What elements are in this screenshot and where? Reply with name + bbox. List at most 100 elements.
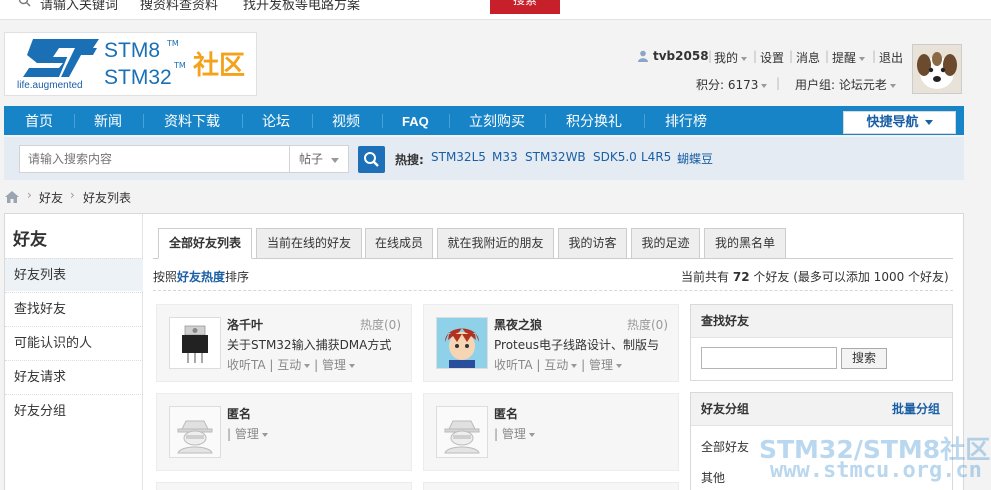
chevron-down-icon (331, 158, 339, 163)
manage-menu[interactable]: 管理 (235, 427, 268, 441)
breadcrumb-friend-list[interactable]: 好友列表 (83, 189, 131, 206)
tab-my-visitors[interactable]: 我的访客 (558, 228, 627, 259)
friend-name[interactable]: 匿名 (494, 405, 518, 422)
settings-link[interactable]: 设置 (760, 49, 784, 66)
interact-menu[interactable]: 互动 (544, 358, 578, 372)
friend-actions: | 管理 (227, 425, 268, 442)
breadcrumb-separator: › (27, 188, 32, 202)
sidebar-item-find-friends[interactable]: 查找好友 (5, 292, 143, 325)
tab-my-blacklist[interactable]: 我的黑名单 (704, 228, 786, 259)
friend-name[interactable]: 匿名 (227, 405, 251, 422)
follow-link[interactable]: 收听TA (227, 358, 266, 372)
hot-term[interactable]: 蝴蝶豆 (677, 150, 713, 167)
nav-home[interactable]: 首页 (25, 111, 53, 131)
search-type-select[interactable]: 帖子 (289, 145, 349, 173)
count-prefix: 当前共有 (681, 270, 730, 284)
group-item-all[interactable]: 全部好友 (701, 438, 749, 455)
sidebar-title: 好友 (13, 230, 47, 250)
tab-all-friends[interactable]: 全部好友列表 (158, 228, 252, 259)
search-button[interactable] (358, 146, 385, 173)
hot-term[interactable]: L4R5 (641, 150, 671, 164)
nav-divider (143, 114, 144, 128)
user-icon (637, 50, 649, 65)
nav-divider (312, 114, 313, 128)
interact-menu[interactable]: 互动 (277, 358, 311, 372)
nav-divider (644, 114, 645, 128)
my-menu[interactable]: 我的 (714, 49, 748, 66)
nav-news[interactable]: 新闻 (94, 111, 122, 131)
friend-name[interactable]: 黑夜之狼 (494, 316, 542, 333)
friend-avatar[interactable] (169, 317, 221, 369)
nav-faq[interactable]: FAQ (402, 114, 429, 129)
chevron-down-icon (859, 56, 866, 61)
manage-menu[interactable]: 管理 (589, 358, 622, 372)
nav-downloads[interactable]: 资料下载 (164, 111, 220, 131)
manage-label: 管理 (321, 358, 346, 372)
nav-buy[interactable]: 立刻购买 (469, 111, 525, 131)
group-item-other[interactable]: 其他 (701, 469, 725, 486)
batch-group-link[interactable]: 批量分组 (892, 393, 940, 426)
search-input[interactable] (19, 145, 289, 173)
sort-key-link[interactable]: 好友热度 (177, 270, 225, 284)
friend-status[interactable]: 关于STM32输入捕获DMA方式 (227, 336, 407, 353)
logout-link[interactable]: 退出 (879, 49, 903, 66)
count-suffix: 个好友 (最多可以添加 1000 个好友) (753, 270, 949, 284)
reminders-menu[interactable]: 提醒 (832, 49, 866, 66)
manage-label: 管理 (501, 427, 526, 441)
interact-label: 互动 (277, 358, 302, 372)
nav-forum[interactable]: 论坛 (262, 111, 290, 131)
nav-video[interactable]: 视频 (332, 111, 360, 131)
manage-menu[interactable]: 管理 (502, 427, 535, 441)
friend-count-info: 当前共有 72 个好友 (最多可以添加 1000 个好友) (681, 268, 949, 285)
chevron-down-icon (761, 83, 768, 88)
find-friend-search-button[interactable]: 搜索 (841, 348, 887, 369)
quick-nav-button[interactable]: 快捷导航 (843, 111, 956, 134)
sidebar-item-friend-requests[interactable]: 好友请求 (5, 360, 143, 393)
sidebar-item-friend-groups[interactable]: 好友分组 (5, 394, 143, 427)
hot-term[interactable]: STM32WB (525, 150, 586, 164)
hot-term[interactable]: M33 (492, 150, 518, 164)
top-suggestion-1[interactable]: 搜资料查资料 (140, 0, 218, 13)
my-menu-label: 我的 (714, 51, 739, 65)
top-search-button-label: 搜索 (512, 0, 537, 7)
top-suggestion-2[interactable]: 找开发板等电路方案 (243, 0, 360, 13)
breadcrumb-friends[interactable]: 好友 (39, 189, 63, 206)
nav-gifts[interactable]: 积分换礼 (566, 111, 622, 131)
usergroup-label: 用户组: 论坛元老 (795, 78, 887, 92)
nav-rankings[interactable]: 排行榜 (665, 111, 707, 131)
tab-online-members[interactable]: 在线成员 (365, 228, 433, 259)
top-search-hint[interactable]: 请输入关键词 (40, 0, 118, 13)
home-icon[interactable] (5, 191, 19, 206)
chevron-down-icon (261, 432, 268, 437)
tab-my-footprints[interactable]: 我的足迹 (631, 228, 700, 259)
hot-term[interactable]: STM32L5 (431, 150, 486, 164)
anonymous-avatar-icon[interactable] (169, 406, 221, 458)
hot-term[interactable]: SDK5.0 (593, 150, 637, 164)
usergroup-menu[interactable]: 用户组: 论坛元老 (795, 76, 896, 93)
user-avatar[interactable] (912, 44, 962, 94)
username-link[interactable]: tvb2058 (653, 49, 709, 63)
sidebar-item-people-you-may-know[interactable]: 可能认识的人 (5, 326, 143, 359)
hot-search-label: 热搜: (395, 153, 424, 167)
top-search-button[interactable]: 搜索 (490, 0, 560, 14)
friend-status[interactable]: Proteus电子线路设计、制版与 (494, 336, 674, 353)
manage-label: 管理 (234, 427, 259, 441)
tab-online-friends[interactable]: 当前在线的好友 (256, 228, 362, 259)
chevron-down-icon (304, 363, 311, 368)
manage-menu[interactable]: 管理 (322, 358, 355, 372)
tab-nearby-friends[interactable]: 就在我附近的朋友 (437, 228, 554, 259)
follow-link[interactable]: 收听TA (494, 358, 533, 372)
friend-group-title: 好友分组 批量分组 (691, 393, 952, 426)
site-logo[interactable]: life.augmented STM8 TM STM32 TM 社区 (4, 32, 257, 96)
friend-actions: | 管理 (494, 425, 535, 442)
main-nav: 首页 新闻 资料下载 论坛 视频 FAQ 立刻购买 积分换礼 排行榜 (4, 106, 964, 135)
points-menu[interactable]: 积分: 6173 (696, 76, 768, 93)
chevron-down-icon (348, 363, 355, 368)
friend-avatar[interactable] (436, 317, 488, 369)
friend-card: 洛千叶 热度(0) 关于STM32输入捕获DMA方式 收听TA | 互动 | 管… (156, 304, 412, 382)
anonymous-avatar-icon[interactable] (436, 406, 488, 458)
find-friend-input[interactable] (701, 347, 837, 369)
friend-name[interactable]: 洛千叶 (227, 316, 263, 333)
sidebar-item-friend-list[interactable]: 好友列表 (5, 258, 143, 291)
messages-link[interactable]: 消息 (796, 49, 820, 66)
